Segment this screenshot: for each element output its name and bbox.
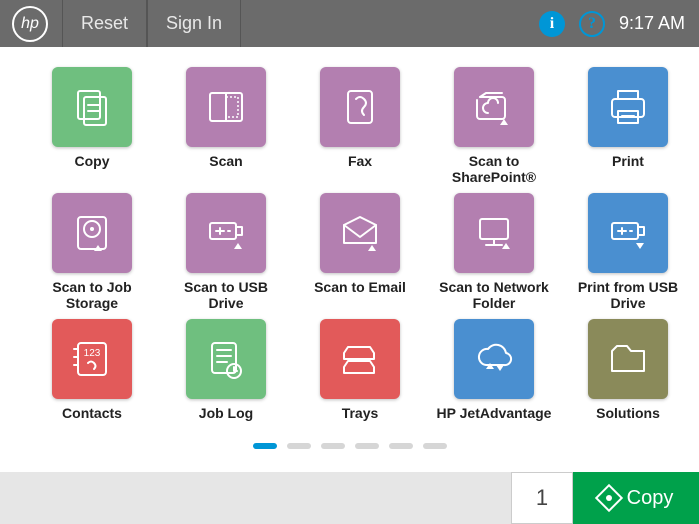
copy-icon (52, 67, 132, 147)
scanusb-icon (186, 193, 266, 273)
tile-label: Solutions (596, 405, 660, 437)
printusb-icon (588, 193, 668, 273)
contacts-icon: 123 (52, 319, 132, 399)
tile-label: Scan to Job Storage (52, 279, 131, 311)
jobstorage-icon (52, 193, 132, 273)
hp-logo: hp (10, 4, 50, 44)
pagination-dots (32, 443, 667, 449)
tile-label: HP JetAdvantage (437, 405, 552, 437)
copy-button[interactable]: Copy (573, 472, 699, 524)
help-icon[interactable]: ? (579, 11, 605, 37)
page-dot[interactable] (253, 443, 277, 449)
copy-count-value: 1 (536, 485, 548, 511)
tile-copy[interactable]: Copy (32, 67, 152, 185)
tile-label: Scan to USB Drive (166, 279, 286, 311)
tile-scanusb[interactable]: Scan to USB Drive (166, 193, 286, 311)
footer-bar: 1 Copy (0, 472, 699, 524)
page-dot[interactable] (389, 443, 413, 449)
app-grid: Copy Scan Fax Scan to SharePoint® Print Scan … (32, 67, 667, 437)
tile-label: Contacts (62, 405, 122, 437)
tile-print[interactable]: Print (568, 67, 688, 185)
tile-folder[interactable]: Solutions (568, 319, 688, 437)
scan-icon (186, 67, 266, 147)
tile-contacts[interactable]: 123 Contacts (32, 319, 152, 437)
network-icon (454, 193, 534, 273)
tile-jobstorage[interactable]: Scan to Job Storage (32, 193, 152, 311)
trays-icon (320, 319, 400, 399)
clock: 9:17 AM (619, 13, 685, 34)
tile-label: Fax (348, 153, 372, 185)
tile-label: Scan to Network Folder (439, 279, 549, 311)
copy-button-label: Copy (627, 487, 674, 510)
tile-cloud[interactable]: HP JetAdvantage (434, 319, 554, 437)
tile-fax[interactable]: Fax (300, 67, 420, 185)
tile-label: Scan to SharePoint® (452, 153, 536, 185)
tile-label: Copy (75, 153, 110, 185)
tile-joblog[interactable]: Job Log (166, 319, 286, 437)
tile-label: Job Log (199, 405, 253, 437)
sharepoint-icon (454, 67, 534, 147)
tile-trays[interactable]: Trays (300, 319, 420, 437)
tile-network[interactable]: Scan to Network Folder (434, 193, 554, 311)
signin-label: Sign In (166, 13, 222, 34)
tile-label: Print (612, 153, 644, 185)
cloud-icon (454, 319, 534, 399)
joblog-icon (186, 319, 266, 399)
tile-label: Scan (209, 153, 242, 185)
tile-printusb[interactable]: Print from USB Drive (568, 193, 688, 311)
page-dot[interactable] (423, 443, 447, 449)
reset-button[interactable]: Reset (62, 0, 147, 47)
header-bar: hp Reset Sign In i ? 9:17 AM (0, 0, 699, 47)
start-icon (594, 484, 622, 512)
reset-label: Reset (81, 13, 128, 34)
hp-logo-icon: hp (12, 6, 48, 42)
email-icon (320, 193, 400, 273)
page-dot[interactable] (321, 443, 345, 449)
tile-email[interactable]: Scan to Email (300, 193, 420, 311)
tile-label: Print from USB Drive (578, 279, 678, 311)
copy-count-input[interactable]: 1 (511, 472, 573, 524)
fax-icon (320, 67, 400, 147)
tile-scan[interactable]: Scan (166, 67, 286, 185)
tile-sharepoint[interactable]: Scan to SharePoint® (434, 67, 554, 185)
svg-text:123: 123 (84, 348, 101, 359)
page-dot[interactable] (355, 443, 379, 449)
info-icon[interactable]: i (539, 11, 565, 37)
signin-button[interactable]: Sign In (147, 0, 241, 47)
tile-label: Trays (342, 405, 379, 437)
page-dot[interactable] (287, 443, 311, 449)
print-icon (588, 67, 668, 147)
header-right: i ? 9:17 AM (539, 11, 699, 37)
folder-icon (588, 319, 668, 399)
tile-label: Scan to Email (314, 279, 406, 311)
app-grid-area: Copy Scan Fax Scan to SharePoint® Print Scan … (0, 47, 699, 451)
